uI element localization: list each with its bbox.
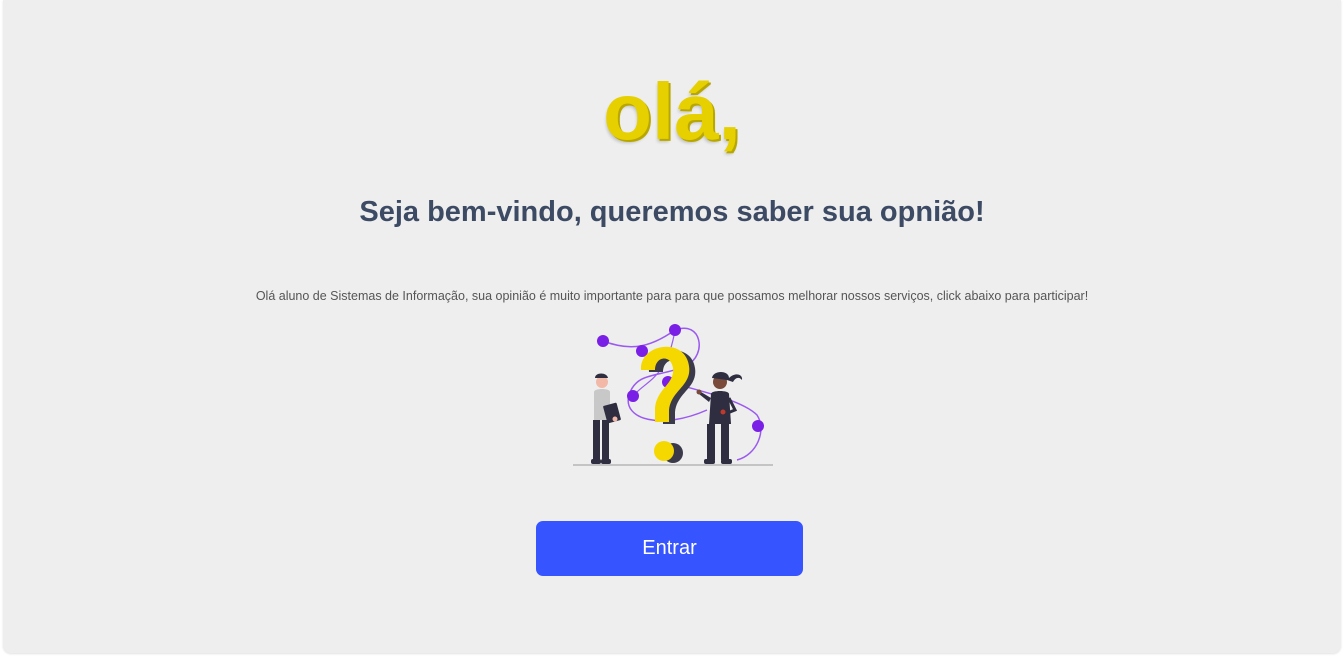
enter-button[interactable]: Entrar [536, 521, 803, 576]
purple-dot [752, 420, 764, 432]
purple-dot [669, 324, 681, 336]
welcome-subtitle: Seja bem-vindo, queremos saber sua opniã… [359, 196, 985, 228]
greeting-heading: olá, [603, 67, 741, 156]
person-right-figure [696, 372, 743, 464]
purple-dot [627, 390, 639, 402]
intro-description: Olá aluno de Sistemas de Informação, sua… [255, 289, 1089, 303]
person-left-figure [591, 373, 621, 464]
question-people-illustration [573, 324, 773, 466]
question-mark-dot [654, 441, 674, 461]
purple-dot [597, 335, 609, 347]
